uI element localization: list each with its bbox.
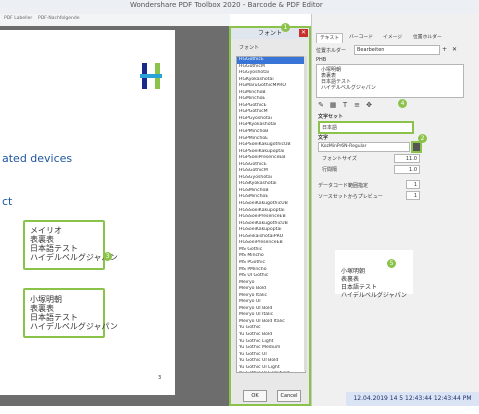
step-badge-3: 3: [103, 252, 112, 261]
tab-barcode[interactable]: バーコード: [346, 33, 376, 42]
dialog-title: フォント: [231, 28, 309, 39]
fill-icon[interactable]: ▦: [328, 101, 338, 110]
doc-tab-2[interactable]: PDF-Nachfolgende: [38, 16, 80, 21]
remove-icon[interactable]: ✕: [452, 46, 457, 53]
font-list[interactable]: HGGothicE HGGothicM HGGyoshotai HGKyokashot…: [236, 56, 306, 373]
window-title: Wondershare PDF Toolbox 2020 - Barcode &…: [130, 1, 323, 9]
properties-panel: テキスト バーコード イメージ 位置ホルダー 位置ホルダー Bearbeiten…: [311, 14, 479, 406]
text-content-field[interactable]: 小塚明朝 表裏表 日本語テスト ハイデルベルグジャパン: [316, 64, 464, 98]
font-dialog: フォント ✕ 1 フォント HGGothicE HGGothicM HGGyosho…: [229, 23, 311, 406]
font-size-label: フォントサイズ: [322, 156, 357, 162]
doc-tab-1[interactable]: PDF Labeller: [4, 16, 32, 21]
pencil-icon[interactable]: ✎: [316, 101, 326, 110]
step-badge-1: 1: [281, 23, 290, 32]
page-number: 3: [158, 375, 162, 381]
step-badge-2: 2: [418, 134, 427, 143]
line-spacing-input[interactable]: 1.0: [394, 165, 420, 174]
charset-select[interactable]: 日本語: [318, 121, 414, 134]
sub-label: PHB: [316, 57, 327, 63]
page-heading-2: ct: [2, 195, 13, 208]
tab-image[interactable]: イメージ: [380, 33, 405, 42]
page-heading-1: ated devices: [2, 152, 73, 165]
font-size-input[interactable]: 11.0: [394, 154, 420, 163]
taskbar-clock: 12.04.2019 14 5 12:43:44 12:43:44 PM: [346, 392, 479, 406]
bottom-strip: [0, 406, 479, 414]
preview-label: ソースセットからプレビュー: [318, 194, 383, 200]
font-list-item[interactable]: Yu Gothic UI Semibold: [237, 371, 305, 372]
line-spacing-label: 行間隔: [322, 167, 338, 173]
placeholder-label: 位置ホルダー: [316, 48, 347, 54]
font-select[interactable]: KozMinPr6N-Regular: [318, 142, 410, 152]
step-badge-4: 4: [398, 99, 407, 108]
text-block-2: 小塚明朝 表裏表 日本語テスト ハイデルベルグジャパン: [30, 295, 118, 331]
close-icon[interactable]: ✕: [299, 29, 308, 37]
move-icon[interactable]: ✥: [364, 101, 374, 110]
range-from-input[interactable]: 1: [406, 180, 420, 189]
align-icon[interactable]: ≡: [352, 101, 362, 110]
font-list-scrollbar[interactable]: [304, 56, 307, 371]
ok-button[interactable]: OK: [243, 390, 267, 402]
step-badge-5: 5: [387, 259, 396, 268]
range-to-input[interactable]: 1: [406, 191, 420, 200]
tab-text[interactable]: テキスト: [316, 33, 344, 43]
add-icon[interactable]: +: [442, 46, 447, 53]
title-bar: Wondershare PDF Toolbox 2020 - Barcode &…: [0, 0, 479, 14]
text-preview: 小塚明朝 表裏表 日本語テスト ハイデルベルグジャパン: [335, 250, 413, 299]
tab-placeholder[interactable]: 位置ホルダー: [410, 33, 445, 42]
text-icon[interactable]: T: [340, 101, 350, 110]
placeholder-select[interactable]: Bearbeiten: [354, 45, 440, 55]
cancel-button[interactable]: Cancel: [277, 390, 301, 402]
char-range-label: データコード範囲指定: [318, 183, 369, 189]
font-list-label: フォント: [239, 45, 260, 51]
font-label: 文字: [318, 135, 329, 141]
charset-label: 文字セット: [318, 114, 344, 120]
pdf-page: ated devices ct メイリオ 表裏表 日本語テスト ハイデルベルグジャパ…: [0, 30, 175, 395]
